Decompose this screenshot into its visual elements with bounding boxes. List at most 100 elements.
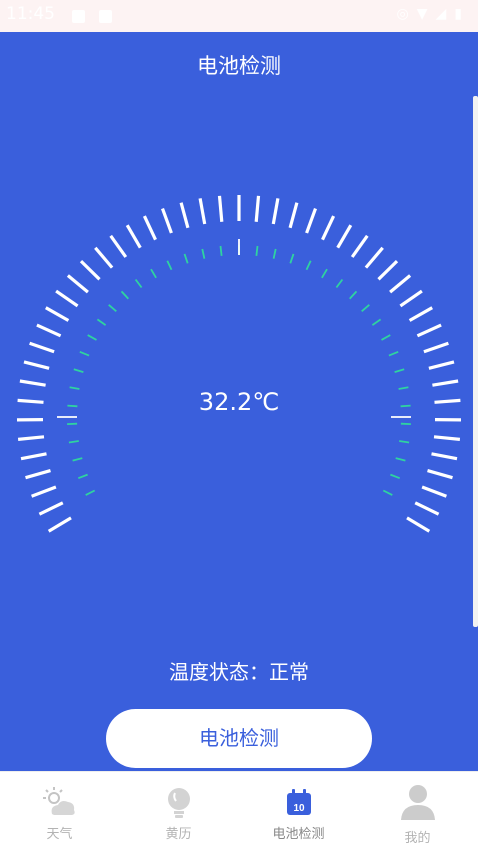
gauge-outer-tick xyxy=(352,236,367,257)
tab-weather[interactable]: 天气 xyxy=(0,772,119,851)
gauge-outer-tick xyxy=(49,518,71,531)
system-icons: ◎▼◢▮ xyxy=(397,6,470,22)
gauge-inner-tick xyxy=(73,458,83,461)
gauge-outer-tick xyxy=(56,291,78,306)
svg-text:10: 10 xyxy=(293,803,305,814)
gauge-outer-tick xyxy=(30,343,54,352)
gauge-inner-tick xyxy=(399,441,409,443)
gauge-outer-tick xyxy=(256,196,258,222)
gauge-outer-tick xyxy=(20,381,46,385)
gauge-outer-tick xyxy=(81,261,100,279)
gauge-inner-tick xyxy=(336,280,342,288)
gauge-outer-tick xyxy=(307,209,316,233)
scrollbar[interactable] xyxy=(473,96,478,627)
gauge-outer-tick xyxy=(417,325,441,336)
image-notification-icon xyxy=(72,10,85,23)
tab-weather-label: 天气 xyxy=(0,823,119,842)
gauge-outer-tick xyxy=(273,198,278,224)
gauge-outer-tick xyxy=(37,325,61,336)
gauge-outer-tick xyxy=(39,503,62,514)
weather-icon xyxy=(0,786,119,820)
gauge-outer-tick xyxy=(422,487,446,496)
gauge-outer-tick xyxy=(434,437,460,440)
gauge-outer-tick xyxy=(428,471,453,478)
gauge-inner-tick xyxy=(396,458,406,461)
bottom-tab-bar: 天气 黄历 10 电池检测 xyxy=(0,771,478,851)
gauge-inner-tick xyxy=(88,335,97,340)
gauge-inner-tick xyxy=(86,491,95,496)
gauge-outer-tick xyxy=(21,454,47,459)
status-time: 11:45 xyxy=(6,4,55,24)
gauge-inner-tick xyxy=(383,491,392,496)
gauge-inner-tick xyxy=(350,291,357,298)
gauge-outer-tick xyxy=(410,308,433,321)
gauge-outer-tick xyxy=(220,196,222,222)
calendar-icon: 10 xyxy=(239,786,358,820)
gauge-inner-tick xyxy=(382,335,391,340)
gauge-inner-tick xyxy=(97,319,105,325)
gauge-outer-tick xyxy=(68,276,88,293)
gauge-outer-tick xyxy=(111,236,126,257)
gauge-inner-tick xyxy=(74,369,84,372)
app-notification-icon xyxy=(99,10,112,23)
gauge-outer-tick xyxy=(415,503,438,514)
gauge-inner-tick xyxy=(109,305,117,312)
gauge-inner-tick xyxy=(167,261,171,270)
gauge-outer-tick xyxy=(144,216,155,240)
gauge-outer-tick xyxy=(127,225,140,248)
gauge-outer-tick xyxy=(432,381,458,385)
gauge-inner-tick xyxy=(389,352,398,356)
battery-check-screen: 电池检测 32.2℃ 温度状态：正常 电池检测 xyxy=(0,32,478,771)
gauge-inner-tick xyxy=(221,246,222,256)
tab-almanac-label: 黄历 xyxy=(119,823,238,842)
gauge-inner-tick xyxy=(80,352,89,356)
temperature-value: 32.2℃ xyxy=(0,388,478,416)
battery-check-button[interactable]: 电池检测 xyxy=(106,709,372,768)
gauge-outer-tick xyxy=(200,198,205,224)
gauge-inner-tick xyxy=(202,249,204,259)
user-icon xyxy=(358,786,477,820)
status-bar: 11:45 ◎▼◢▮ xyxy=(0,0,478,32)
gauge-outer-tick xyxy=(163,209,172,233)
gauge-outer-tick xyxy=(181,203,188,228)
gauge-outer-tick xyxy=(95,248,112,268)
tab-profile[interactable]: 我的 xyxy=(358,772,477,851)
gauge-outer-tick xyxy=(46,308,69,321)
gauge-outer-tick xyxy=(18,437,44,440)
gauge-inner-tick xyxy=(136,280,142,288)
gauge-inner-tick xyxy=(78,475,87,479)
notification-icons xyxy=(72,8,126,27)
gauge-outer-tick xyxy=(26,471,51,478)
gauge-outer-tick xyxy=(390,276,410,293)
gauge-inner-tick xyxy=(362,305,370,312)
tab-battery-check-label: 电池检测 xyxy=(239,823,358,842)
gauge-inner-tick xyxy=(151,269,156,278)
gauge-outer-tick xyxy=(323,216,334,240)
gauge-inner-tick xyxy=(256,246,257,256)
tab-battery-check[interactable]: 10 电池检测 xyxy=(239,772,358,851)
temperature-status: 温度状态：正常 xyxy=(0,656,478,685)
gauge-outer-tick xyxy=(400,291,422,306)
gauge-inner-tick xyxy=(322,269,327,278)
gauge-outer-tick xyxy=(290,203,297,228)
gauge-outer-tick xyxy=(424,343,449,352)
tab-almanac[interactable]: 黄历 xyxy=(119,772,238,851)
gauge-outer-tick xyxy=(429,362,454,368)
gauge-inner-tick xyxy=(122,291,129,298)
tab-profile-label: 我的 xyxy=(358,827,477,846)
gauge-outer-tick xyxy=(366,248,383,268)
gauge-outer-tick xyxy=(379,261,398,279)
gauge-inner-tick xyxy=(395,369,405,372)
gauge-outer-tick xyxy=(407,518,429,531)
gauge-inner-tick xyxy=(307,261,311,270)
gauge-outer-tick xyxy=(338,225,351,248)
lightbulb-icon xyxy=(119,786,238,820)
gauge-inner-tick xyxy=(185,254,188,263)
gauge-outer-tick xyxy=(32,487,56,496)
gauge-inner-tick xyxy=(390,475,399,479)
gauge-inner-tick xyxy=(372,319,380,325)
gauge-outer-tick xyxy=(432,454,458,459)
gauge-outer-tick xyxy=(24,362,49,368)
gauge-inner-tick xyxy=(274,249,276,259)
gauge-inner-tick xyxy=(69,441,79,443)
